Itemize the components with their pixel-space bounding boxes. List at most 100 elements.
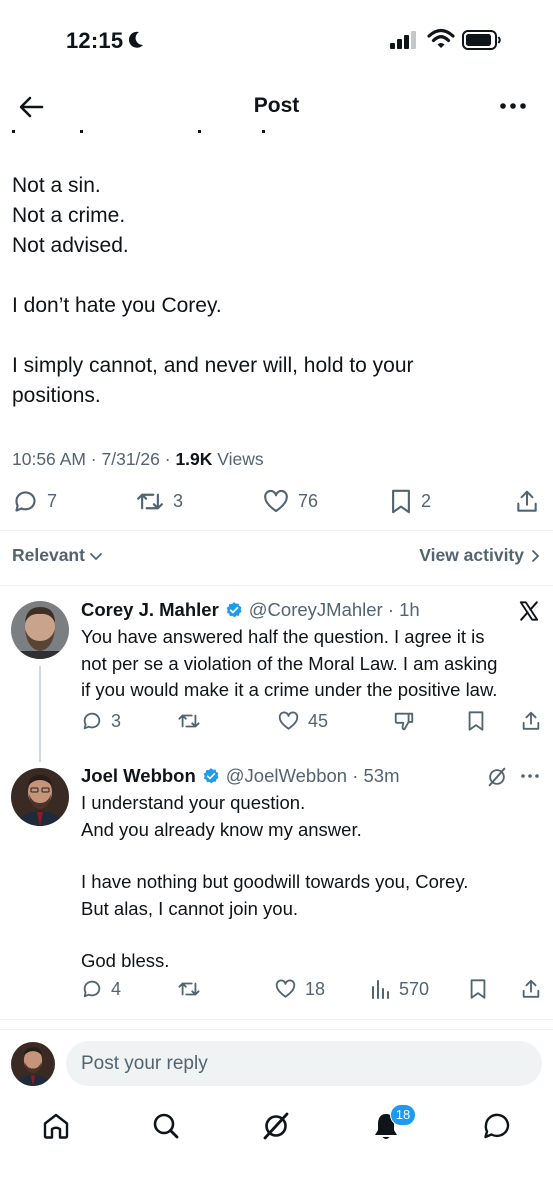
repost-icon	[178, 714, 200, 728]
bookmark-button[interactable]: 2	[389, 488, 431, 515]
sort-label: Relevant	[12, 545, 85, 565]
sort-dropdown[interactable]: Relevant	[12, 545, 103, 566]
reply-line: But alas, I cannot join you.	[81, 897, 298, 919]
heart-icon	[275, 979, 296, 998]
share-icon	[522, 711, 540, 730]
reply-text: I understand your question. And you alre…	[81, 790, 541, 975]
reply-count: 7	[47, 491, 58, 511]
cellular-signal-icon	[390, 31, 416, 49]
reply-line: You have answered half the question. I a…	[81, 626, 485, 647]
bottom-navigation: 18	[0, 1102, 553, 1152]
heart-icon	[278, 711, 299, 730]
top-header: Post	[0, 80, 553, 132]
author-name[interactable]: Corey J. Mahler	[81, 599, 219, 621]
reply-header: Joel Webbon @JoelWebbon · 53m	[81, 765, 400, 787]
reply-line	[81, 843, 541, 869]
divider	[0, 530, 553, 531]
more-options-icon[interactable]	[496, 92, 530, 120]
x-logo-icon	[519, 601, 539, 621]
share-icon	[522, 979, 540, 998]
status-time: 12:15	[66, 28, 124, 53]
post-metadata: 10:56 AM · 7/31/26 · 1.9K Views	[12, 449, 264, 470]
post-line	[12, 261, 542, 291]
reply-line: not per se a violation of the Moral Law.…	[81, 652, 498, 674]
messages-icon[interactable]	[481, 1110, 513, 1142]
reply-icon	[83, 712, 101, 730]
repost-button[interactable]	[177, 978, 201, 1000]
notifications-badge: 18	[390, 1104, 416, 1126]
post-line: I don’t hate you Corey.	[12, 294, 222, 317]
divider	[0, 1019, 553, 1020]
replies-filter-row: Relevant View activity	[12, 541, 542, 569]
reply-button[interactable]: 7	[12, 488, 57, 515]
author-handle[interactable]: @JoelWebbon · 53m	[226, 765, 400, 787]
dislike-button[interactable]	[393, 710, 415, 732]
reply-icon	[15, 491, 36, 512]
like-button[interactable]: 76	[262, 488, 318, 515]
status-bar: 12:15	[0, 0, 553, 80]
post-timestamp[interactable]: 10:56 AM · 7/31/26 ·	[12, 449, 175, 469]
post-views-label: Views	[212, 449, 264, 469]
verified-badge-icon	[203, 768, 219, 784]
post-body: Not a sin. Not a crime. Not advised. I d…	[12, 171, 542, 411]
reply-line	[81, 922, 541, 948]
reply-header: Corey J. Mahler @CoreyJMahler · 1h	[81, 599, 420, 621]
bookmark-icon	[470, 979, 486, 999]
reply-line: I have nothing but goodwill towards you,…	[81, 871, 469, 892]
reply-button[interactable]: 4	[81, 978, 121, 1000]
views-count: 570	[399, 978, 430, 999]
avatar[interactable]	[11, 768, 69, 826]
post-views-count: 1.9K	[175, 449, 213, 469]
reply-button[interactable]: 3	[81, 710, 121, 732]
post-line: positions.	[12, 384, 101, 407]
divider	[0, 585, 553, 586]
post-line: I simply cannot, and never will, hold to…	[12, 354, 414, 377]
views-button[interactable]: 570	[371, 978, 429, 1000]
avatar[interactable]	[11, 1042, 55, 1086]
author-handle[interactable]: @CoreyJMahler · 1h	[249, 599, 420, 621]
repost-count: 3	[173, 491, 184, 511]
reply-text: You have answered half the question. I a…	[81, 624, 541, 704]
divider	[0, 1029, 553, 1030]
search-icon[interactable]	[150, 1110, 182, 1142]
repost-icon	[137, 493, 163, 510]
battery-icon	[462, 30, 501, 50]
like-count: 76	[298, 491, 319, 511]
bookmark-icon	[468, 711, 484, 731]
reply-line: And you already know my answer.	[81, 818, 362, 840]
thumbs-down-icon	[394, 712, 414, 731]
bookmark-button[interactable]	[466, 710, 486, 732]
analytics-icon	[372, 980, 389, 999]
view-activity-label: View activity	[419, 545, 524, 565]
reply-composer	[0, 1040, 553, 1090]
view-activity-link[interactable]: View activity	[419, 545, 542, 566]
reply-input[interactable]	[66, 1041, 542, 1086]
bookmark-icon	[392, 489, 410, 514]
repost-button[interactable]: 3	[135, 488, 183, 515]
reply-line: I understand your question.	[81, 792, 306, 813]
repost-button[interactable]	[177, 710, 201, 732]
chevron-right-icon	[532, 549, 540, 562]
wifi-icon	[427, 28, 455, 48]
share-button[interactable]	[514, 488, 540, 515]
share-button[interactable]	[520, 978, 542, 1000]
grok-icon[interactable]	[486, 766, 508, 788]
more-options-icon[interactable]	[519, 770, 541, 782]
heart-icon	[264, 489, 288, 513]
share-button[interactable]	[520, 710, 542, 732]
avatar[interactable]	[11, 601, 69, 659]
reply-action-bar: 4 18 570	[0, 978, 553, 1008]
author-name[interactable]: Joel Webbon	[81, 765, 196, 787]
reply-action-bar: 3 45	[0, 710, 553, 740]
verified-badge-icon	[226, 602, 242, 618]
home-icon[interactable]	[40, 1110, 72, 1142]
page-title: Post	[253, 94, 300, 117]
scrolled-text-remnant	[0, 126, 553, 138]
grok-icon[interactable]	[260, 1110, 292, 1142]
post-line: Not a sin.	[12, 174, 101, 197]
post-line: Not advised.	[12, 234, 129, 257]
bookmark-button[interactable]	[468, 978, 488, 1000]
like-button[interactable]: 45	[277, 710, 328, 732]
reply-icon	[83, 980, 101, 998]
like-button[interactable]: 18	[274, 978, 325, 1000]
